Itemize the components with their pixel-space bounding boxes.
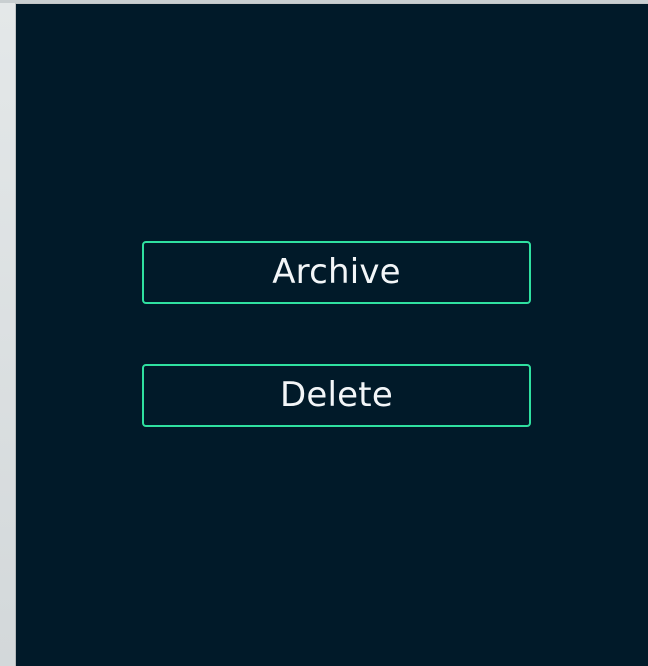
action-panel: Archive Delete — [16, 4, 648, 666]
page-background: Archive Delete — [0, 0, 648, 666]
top-strip — [0, 0, 648, 3]
archive-button[interactable]: Archive — [142, 241, 531, 304]
delete-button[interactable]: Delete — [142, 364, 531, 427]
